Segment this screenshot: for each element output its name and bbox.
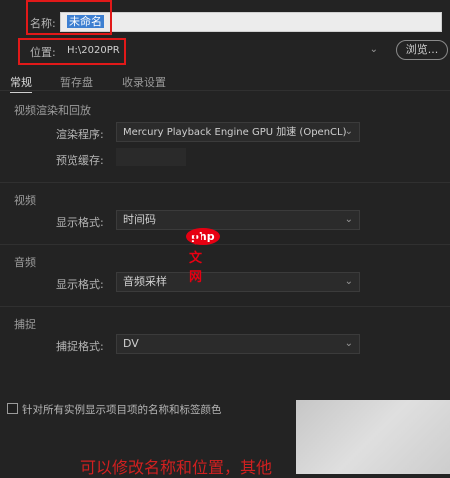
renderer-label: 渲染程序: bbox=[56, 128, 104, 141]
video-display-format-value: 时间码 bbox=[123, 213, 156, 226]
chevron-down-icon: ⌄ bbox=[344, 338, 353, 349]
capture-section-title: 捕捉 bbox=[14, 318, 36, 331]
section-divider bbox=[0, 306, 450, 307]
section-divider bbox=[0, 182, 450, 183]
capture-format-label: 捕捉格式: bbox=[56, 340, 104, 353]
tab-scratch-disks[interactable]: 暂存盘 bbox=[60, 74, 93, 90]
show-name-label-color-checkbox[interactable] bbox=[7, 403, 18, 414]
capture-format-dropdown[interactable]: DV ⌄ bbox=[116, 334, 360, 354]
name-input[interactable]: 未命名 bbox=[60, 12, 442, 32]
blurred-overlay bbox=[296, 400, 450, 474]
chevron-down-icon: ⌄ bbox=[344, 276, 353, 287]
audio-display-format-dropdown[interactable]: 音频采样 ⌄ bbox=[116, 272, 360, 292]
browse-button[interactable]: 浏览... bbox=[396, 40, 448, 60]
chevron-down-icon: ⌄ bbox=[344, 214, 353, 225]
preview-cache-label: 预览缓存: bbox=[56, 154, 104, 167]
tab-general[interactable]: 常规 bbox=[10, 74, 32, 93]
audio-display-format-label: 显示格式: bbox=[56, 278, 104, 291]
chevron-down-icon: ⌄ bbox=[369, 44, 378, 55]
name-highlight-box bbox=[26, 0, 112, 35]
capture-format-value: DV bbox=[123, 337, 139, 350]
chevron-down-icon: ⌄ bbox=[344, 126, 353, 137]
renderer-dropdown[interactable]: Mercury Playback Engine GPU 加速 (OpenCL) … bbox=[116, 122, 360, 142]
audio-display-format-value: 音频采样 bbox=[123, 275, 167, 288]
show-name-label-color-label: 针对所有实例显示项目项的名称和标签颜色 bbox=[22, 404, 222, 416]
section-divider bbox=[0, 244, 450, 245]
renderer-value: Mercury Playback Engine GPU 加速 (OpenCL) bbox=[123, 127, 347, 138]
video-section-title: 视频 bbox=[14, 194, 36, 207]
preview-cache-control[interactable] bbox=[116, 148, 186, 166]
tab-ingest-settings[interactable]: 收录设置 bbox=[122, 74, 166, 90]
audio-section-title: 音频 bbox=[14, 256, 36, 269]
footer-annotation: 可以修改名称和位置，其他 bbox=[80, 458, 273, 477]
tabs-divider bbox=[0, 90, 450, 91]
video-rendering-section-title: 视频渲染和回放 bbox=[14, 104, 91, 117]
video-display-format-label: 显示格式: bbox=[56, 216, 104, 229]
location-highlight-box bbox=[18, 38, 126, 65]
video-display-format-dropdown[interactable]: 时间码 ⌄ bbox=[116, 210, 360, 230]
cn-logo-text: 中文网 bbox=[189, 232, 203, 285]
